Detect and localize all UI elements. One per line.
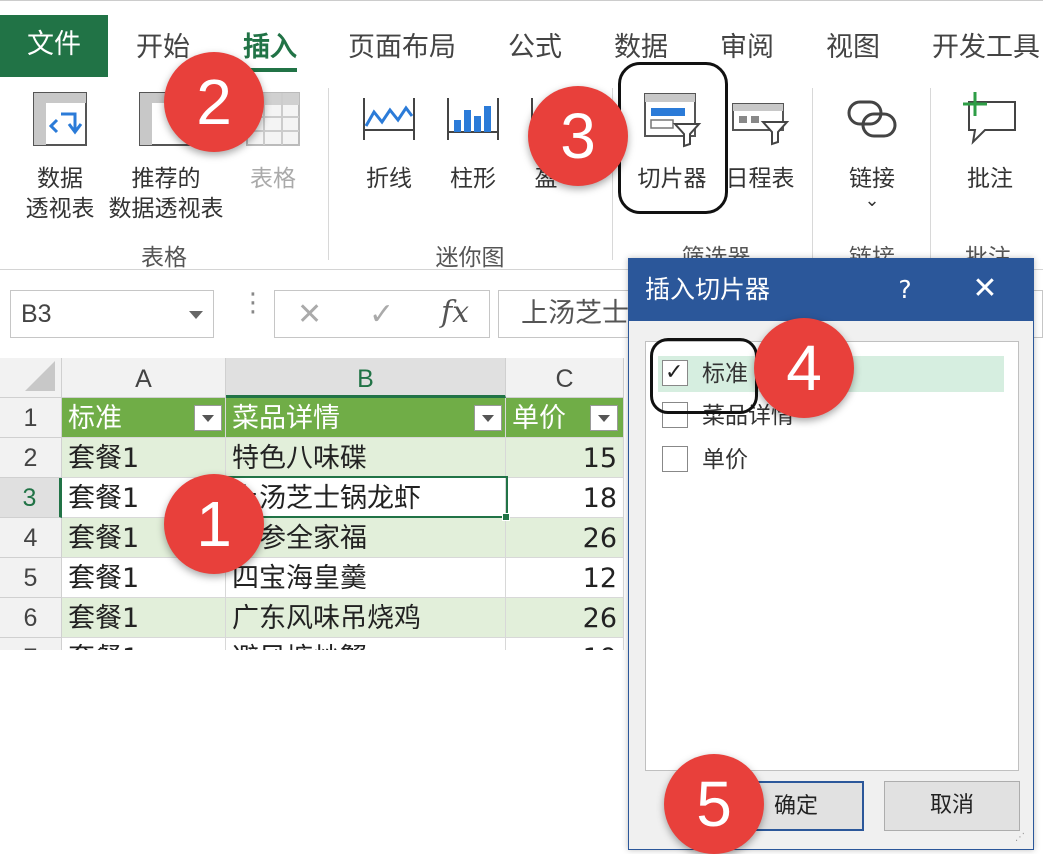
resize-grip-icon[interactable]: ⋰ bbox=[1015, 831, 1029, 845]
insert-function-icon[interactable]: fx bbox=[441, 295, 469, 330]
filter-dropdown-icon[interactable] bbox=[474, 405, 502, 431]
row-header-4[interactable]: 4 bbox=[0, 518, 62, 558]
ribbon: 数据 透视表 推荐的 数据透视表 表格 表格 折线 柱形 盈 迷你图 切片器 日… bbox=[0, 78, 1043, 271]
formula-buttons: ✕ ✓ fx bbox=[274, 290, 490, 338]
comment-button[interactable]: 批注 bbox=[950, 88, 1030, 194]
timeline-button[interactable]: 日程表 bbox=[718, 88, 802, 194]
fill-handle[interactable] bbox=[502, 513, 510, 521]
column-header-a[interactable]: A bbox=[62, 358, 226, 398]
tab-file[interactable]: 文件 bbox=[0, 15, 108, 77]
group-separator bbox=[812, 88, 813, 260]
sparkline-line-icon bbox=[363, 98, 415, 140]
table-cell[interactable]: 15 bbox=[506, 438, 624, 478]
sparkline-column-button[interactable]: 柱形 bbox=[438, 88, 508, 194]
filter-dropdown-icon[interactable] bbox=[194, 405, 222, 431]
tab-formulas[interactable]: 公式 bbox=[508, 25, 562, 64]
sparkline-column-icon bbox=[447, 98, 499, 140]
field-checkbox-unit-price[interactable]: 单价 bbox=[658, 442, 1004, 478]
tab-data[interactable]: 数据 bbox=[614, 25, 668, 64]
select-all-icon bbox=[25, 361, 55, 391]
recommended-pivot-label-2: 数据透视表 bbox=[108, 196, 224, 222]
timeline-icon bbox=[732, 103, 790, 146]
row-header-3[interactable]: 3 bbox=[0, 478, 62, 518]
tab-page-layout[interactable]: 页面布局 bbox=[348, 25, 456, 64]
tab-developer[interactable]: 开发工具 bbox=[932, 25, 1040, 64]
table-cell[interactable]: 12 bbox=[506, 558, 624, 598]
table-cell[interactable]: 海参全家福 bbox=[226, 518, 506, 558]
row-header-7[interactable]: 7 bbox=[0, 638, 62, 650]
step-badge-5: 5 bbox=[664, 754, 764, 854]
active-cell-selection bbox=[226, 476, 508, 518]
table-cell[interactable]: 套餐1 bbox=[62, 638, 226, 650]
highlight-field-standard bbox=[650, 338, 758, 414]
table-label: 表格 bbox=[250, 166, 296, 192]
sparkline-column-label: 柱形 bbox=[450, 166, 496, 192]
table-cell[interactable]: 套餐1 bbox=[62, 598, 226, 638]
help-icon[interactable]: ? bbox=[885, 259, 925, 321]
cancel-button[interactable]: 取消 bbox=[884, 781, 1020, 831]
new-comment-icon bbox=[963, 92, 1016, 145]
table-cell[interactable]: 26 bbox=[506, 518, 624, 558]
table-header-cell[interactable]: 单价 bbox=[506, 398, 624, 438]
close-icon[interactable]: ✕ bbox=[965, 259, 1005, 321]
tab-home[interactable]: 开始 bbox=[136, 25, 190, 64]
group-label-sparklines: 迷你图 bbox=[435, 245, 505, 271]
table-header-cell[interactable]: 标准 bbox=[62, 398, 226, 438]
chevron-down-icon: ⌄ bbox=[864, 190, 880, 211]
table-cell[interactable]: 广东风味吊烧鸡 bbox=[226, 598, 506, 638]
group-label-tables: 表格 bbox=[141, 245, 187, 271]
table-cell[interactable]: 套餐1 bbox=[62, 438, 226, 478]
checkbox[interactable] bbox=[662, 446, 688, 472]
column-header-b[interactable]: B bbox=[226, 358, 506, 398]
table-cell[interactable]: 19 bbox=[506, 638, 624, 650]
pivot-table-icon bbox=[33, 92, 87, 146]
group-separator bbox=[930, 88, 931, 260]
table-cell[interactable]: 避风塘炒蟹 bbox=[226, 638, 506, 650]
step-badge-2: 2 bbox=[164, 52, 264, 152]
tab-review[interactable]: 审阅 bbox=[720, 25, 774, 64]
select-all-button[interactable] bbox=[0, 358, 62, 398]
row-header-5[interactable]: 5 bbox=[0, 558, 62, 598]
link-icon bbox=[847, 100, 897, 138]
sparkline-line-button[interactable]: 折线 bbox=[354, 88, 424, 194]
table-cell[interactable]: 特色八味碟 bbox=[226, 438, 506, 478]
filter-dropdown-icon[interactable] bbox=[590, 405, 618, 431]
table-header-text: 标准 bbox=[68, 403, 122, 434]
formula-bar-grip-icon[interactable]: ⋮ bbox=[240, 290, 266, 316]
name-box[interactable]: B3 bbox=[10, 290, 214, 338]
sparkline-line-label: 折线 bbox=[366, 166, 412, 192]
worksheet-grid: A B C 1 2 3 4 5 6 7 标准 菜品详情 单价 套餐1 特色八味碟… bbox=[0, 358, 640, 650]
recommended-pivot-label-1: 推荐的 bbox=[131, 166, 201, 192]
table-header-text: 菜品详情 bbox=[232, 403, 340, 434]
row-header-1[interactable]: 1 bbox=[0, 398, 62, 438]
enter-icon[interactable]: ✓ bbox=[369, 297, 394, 332]
highlight-slicer bbox=[618, 62, 728, 214]
group-separator bbox=[328, 88, 329, 260]
field-label: 单价 bbox=[702, 447, 748, 473]
cancel-icon[interactable]: ✕ bbox=[297, 297, 322, 332]
table-header-cell[interactable]: 菜品详情 bbox=[226, 398, 506, 438]
step-badge-3: 3 bbox=[528, 86, 628, 186]
name-box-value: B3 bbox=[21, 300, 52, 328]
row-header-6[interactable]: 6 bbox=[0, 598, 62, 638]
table-cell[interactable]: 四宝海皇羹 bbox=[226, 558, 506, 598]
table-header-text: 单价 bbox=[512, 403, 566, 434]
ribbon-tab-bar: 文件 开始 插入 页面布局 公式 数据 审阅 视图 开发工具 bbox=[0, 0, 1043, 78]
tab-insert[interactable]: 插入 bbox=[243, 25, 297, 64]
comment-label: 批注 bbox=[967, 166, 1013, 192]
tab-view[interactable]: 视图 bbox=[826, 25, 880, 64]
step-badge-1: 1 bbox=[164, 474, 264, 574]
step-badge-4: 4 bbox=[754, 318, 854, 418]
column-header-c[interactable]: C bbox=[506, 358, 624, 398]
timeline-label: 日程表 bbox=[725, 166, 795, 192]
chevron-down-icon[interactable] bbox=[189, 311, 203, 319]
table-cell[interactable]: 26 bbox=[506, 598, 624, 638]
link-button[interactable]: 链接 ⌄ bbox=[832, 88, 912, 211]
row-header-2[interactable]: 2 bbox=[0, 438, 62, 478]
pivot-table-label-2: 透视表 bbox=[25, 196, 95, 222]
pivot-table-label-1: 数据 bbox=[37, 166, 83, 192]
table-cell[interactable]: 18 bbox=[506, 478, 624, 518]
pivot-table-button[interactable]: 数据 透视表 bbox=[18, 88, 102, 224]
